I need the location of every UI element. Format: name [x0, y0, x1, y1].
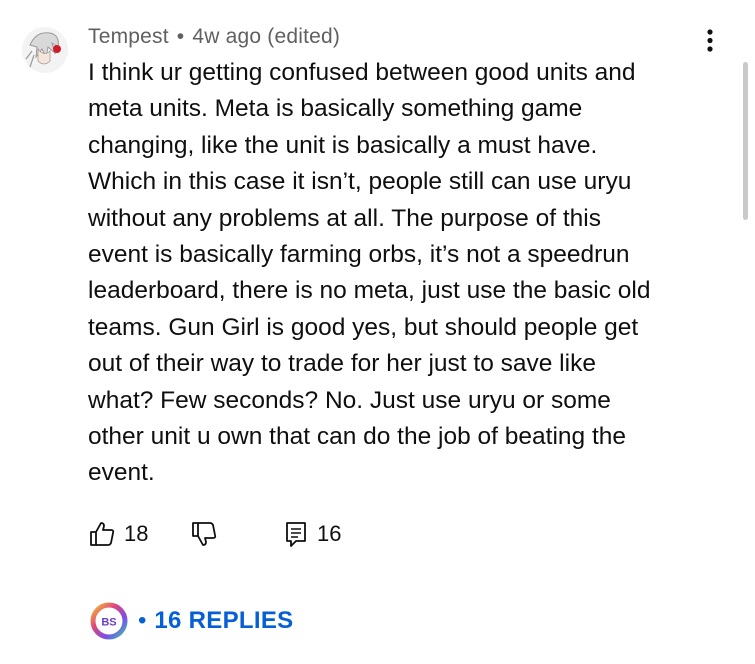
view-replies-button[interactable]: BS • 16 REPLIES	[90, 601, 293, 641]
comment-header: Tempest • 4w ago (edited)	[88, 25, 340, 49]
comment-icon	[286, 522, 306, 547]
replies-label: 16 REPLIES	[154, 607, 294, 634]
avatar-image	[25, 32, 61, 68]
edited-label: (edited)	[267, 25, 341, 48]
scrollbar[interactable]	[743, 62, 748, 220]
bs-logo-text: BS	[101, 617, 116, 629]
header-separator: •	[176, 25, 185, 48]
avatar[interactable]	[22, 27, 68, 73]
like-count: 18	[124, 521, 149, 546]
comment-time: 4w ago	[192, 25, 262, 48]
comment-actions: 18 16	[0, 520, 755, 552]
reply-button[interactable]: 16	[283, 520, 341, 548]
comment-text: I think ur getting confused between good…	[88, 59, 651, 487]
dislike-button[interactable]	[190, 520, 218, 548]
replies-separator: •	[138, 607, 147, 634]
author-name[interactable]: Tempest	[88, 25, 169, 48]
thumbs-down-icon	[192, 522, 217, 546]
thumbs-up-icon	[90, 522, 115, 546]
bs-channel-logo: BS	[90, 602, 128, 640]
more-vert-icon[interactable]	[702, 27, 718, 57]
like-button[interactable]: 18	[88, 520, 148, 548]
reply-count: 16	[317, 521, 342, 546]
